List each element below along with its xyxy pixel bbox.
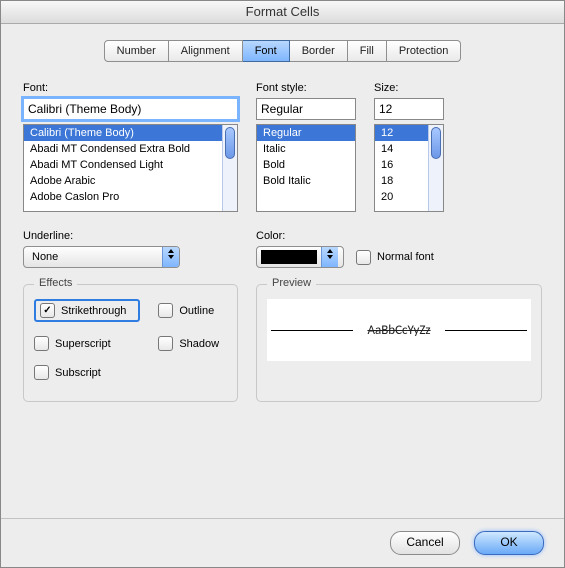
font-label: Font:: [23, 82, 238, 94]
color-swatch: [261, 250, 317, 264]
font-style-list-item[interactable]: Regular: [257, 125, 355, 141]
underline-label: Underline:: [23, 230, 238, 242]
normal-font-checkbox[interactable]: Normal font: [356, 250, 434, 265]
tab-number[interactable]: Number: [104, 40, 169, 62]
font-style-input[interactable]: [256, 98, 356, 120]
preview-sample-text: AaBbCcYyZz: [367, 323, 430, 338]
shadow-label: Shadow: [179, 338, 219, 350]
font-list[interactable]: Calibri (Theme Body) Abadi MT Condensed …: [23, 124, 238, 212]
tab-font[interactable]: Font: [243, 40, 290, 62]
tab-alignment[interactable]: Alignment: [169, 40, 243, 62]
font-list-item[interactable]: Adobe Caslon Pro: [24, 189, 237, 205]
cancel-button[interactable]: Cancel: [390, 531, 460, 555]
window-title: Format Cells: [1, 1, 564, 24]
font-style-list-item[interactable]: Bold: [257, 157, 355, 173]
outline-checkbox[interactable]: Outline: [158, 299, 227, 322]
checkbox-box: [40, 303, 55, 318]
superscript-checkbox[interactable]: Superscript: [34, 336, 140, 351]
dropdown-arrow-icon: [162, 247, 179, 267]
normal-font-label: Normal font: [377, 251, 434, 263]
subscript-label: Subscript: [55, 367, 101, 379]
font-list-item[interactable]: Abadi MT Condensed Extra Bold: [24, 141, 237, 157]
checkbox-box: [158, 336, 173, 351]
checkbox-box: [34, 336, 49, 351]
strikethrough-checkbox[interactable]: Strikethrough: [40, 303, 126, 318]
tab-fill[interactable]: Fill: [348, 40, 387, 62]
checkbox-box: [34, 365, 49, 380]
effects-group: Effects Strikethrough Outline S: [23, 284, 238, 402]
size-list-scrollbar[interactable]: [428, 125, 443, 211]
ok-button[interactable]: OK: [474, 531, 544, 555]
checkbox-box: [158, 303, 173, 318]
font-list-item[interactable]: Calibri (Theme Body): [24, 125, 237, 141]
preview-line: [445, 330, 527, 331]
dialog-footer: Cancel OK: [1, 518, 564, 567]
font-style-list-item[interactable]: Italic: [257, 141, 355, 157]
dropdown-arrow-icon: [321, 247, 338, 267]
color-label: Color:: [256, 230, 542, 242]
preview-group: Preview AaBbCcYyZz: [256, 284, 542, 402]
checkbox-box: [356, 250, 371, 265]
font-style-list-item[interactable]: Bold Italic: [257, 173, 355, 189]
font-list-item[interactable]: Adobe Arabic: [24, 173, 237, 189]
tab-border[interactable]: Border: [290, 40, 348, 62]
shadow-checkbox[interactable]: Shadow: [158, 336, 227, 351]
size-list[interactable]: 12 14 16 18 20: [374, 124, 444, 212]
size-label: Size:: [374, 82, 444, 94]
size-input[interactable]: [374, 98, 444, 120]
preview-box: AaBbCcYyZz: [267, 299, 531, 361]
outline-label: Outline: [179, 305, 214, 317]
tab-bar: Number Alignment Font Border Fill Protec…: [23, 40, 542, 62]
underline-value: None: [24, 251, 162, 263]
font-list-item[interactable]: Abadi MT Condensed Light: [24, 157, 237, 173]
superscript-label: Superscript: [55, 338, 111, 350]
tab-protection[interactable]: Protection: [387, 40, 462, 62]
underline-select[interactable]: None: [23, 246, 180, 268]
subscript-checkbox[interactable]: Subscript: [34, 365, 140, 380]
preview-legend: Preview: [267, 277, 316, 289]
preview-line: [271, 330, 353, 331]
font-style-list[interactable]: Regular Italic Bold Bold Italic: [256, 124, 356, 212]
effects-legend: Effects: [34, 277, 77, 289]
font-style-label: Font style:: [256, 82, 356, 94]
font-input[interactable]: [23, 98, 238, 120]
format-cells-dialog: Format Cells Number Alignment Font Borde…: [0, 0, 565, 568]
font-list-scrollbar[interactable]: [222, 125, 237, 211]
color-select[interactable]: [256, 246, 344, 268]
strikethrough-label: Strikethrough: [61, 305, 126, 317]
